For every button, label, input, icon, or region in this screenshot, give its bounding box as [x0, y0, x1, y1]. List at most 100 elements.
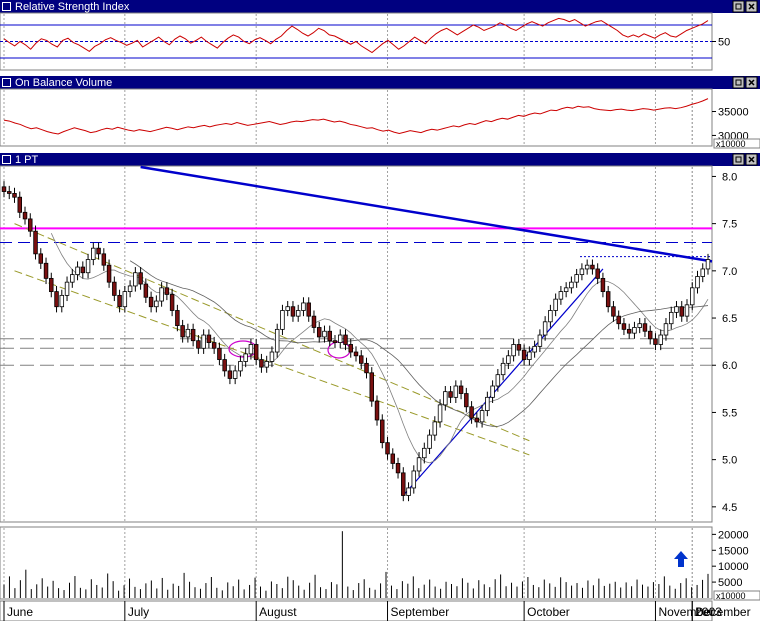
candle-up [527, 351, 532, 360]
volume-panel: 20000 15000 10000 5000 x10000 [0, 526, 760, 601]
candle-up [185, 328, 191, 338]
candle-up [537, 334, 543, 347]
candle-up [91, 247, 96, 260]
candle-down [206, 334, 212, 343]
candle-up [411, 470, 417, 489]
candle-up [500, 362, 506, 376]
candle-down [516, 344, 522, 351]
x-axis-label: September [391, 605, 450, 619]
candle-up [548, 310, 553, 323]
candle-up [637, 323, 642, 328]
candle-up [301, 302, 306, 311]
price-tick-label: 8.0 [722, 171, 737, 183]
candle-up [64, 281, 70, 296]
candle-down [1, 186, 7, 192]
candle-down [190, 328, 196, 342]
obv-close-icon[interactable] [745, 76, 758, 89]
candle-up [668, 311, 674, 325]
candle-down [380, 419, 385, 444]
candle-down [222, 359, 227, 372]
candle-up [506, 355, 511, 364]
candle-down [595, 268, 600, 279]
candle-up [443, 391, 448, 406]
x-axis: June July August September October NovemberDe… [0, 600, 751, 621]
candle-down [38, 253, 44, 264]
candle-down [521, 349, 527, 360]
candle-down [458, 385, 464, 394]
candle-up [553, 298, 558, 311]
candle-up [511, 344, 516, 357]
rsi-close-icon[interactable] [745, 0, 758, 13]
volume-tick-label: 10000 [718, 561, 749, 573]
candle-up [490, 385, 495, 398]
rsi-title: Relative Strength Index [15, 1, 130, 13]
candle-up [295, 310, 301, 317]
x-axis-label: June [7, 605, 33, 619]
candle-down [143, 283, 149, 298]
x-axis-label: 2003 [695, 605, 722, 619]
price-tick-label: 5.0 [722, 455, 737, 467]
candle-up [563, 287, 569, 293]
candle-up [264, 361, 269, 368]
candle-up [127, 285, 133, 293]
candle-down [22, 211, 28, 220]
candle-down [647, 330, 653, 340]
candle-down [401, 472, 406, 496]
volume-tick-label: 5000 [718, 577, 742, 589]
candle-up [432, 421, 438, 436]
candle-up [700, 268, 705, 277]
candle-up [122, 291, 128, 308]
candle-down [616, 315, 621, 325]
candle-up [558, 291, 564, 300]
price-close-icon[interactable] [745, 153, 758, 166]
candle-down [180, 325, 185, 338]
candle-down [290, 306, 296, 317]
candle-down [469, 406, 474, 419]
candle-up [322, 330, 327, 338]
candle-down [611, 306, 616, 317]
candle-up [70, 274, 75, 283]
price-title-icon [2, 155, 11, 164]
candle-down [217, 347, 222, 360]
x-axis-label: October [527, 605, 570, 619]
price-tick-label: 6.5 [722, 313, 737, 325]
candle-down [7, 191, 12, 194]
candle-down [374, 400, 380, 421]
candle-up [75, 266, 80, 276]
obv-restore-icon[interactable] [732, 76, 745, 89]
price-panel: 1 PT 8.0 7.5 7.0 6.5 6.0 5.5 5.0 4.5 [0, 153, 760, 523]
candle-down [96, 247, 101, 255]
price-restore-icon[interactable] [732, 153, 745, 166]
candle-down [164, 287, 170, 295]
candle-down [211, 342, 217, 349]
candle-down [12, 193, 17, 198]
candle-down [621, 323, 627, 330]
rsi-restore-icon[interactable] [732, 0, 745, 13]
candle-down [49, 277, 54, 293]
candle-up [248, 344, 254, 355]
candle-up [574, 274, 579, 283]
price-tick-label: 6.0 [722, 360, 737, 372]
candle-up [705, 259, 711, 270]
candle-down [359, 355, 364, 364]
candle-up [579, 268, 585, 276]
rsi-title-icon [2, 2, 11, 11]
rsi-tick-label: 50 [718, 37, 730, 49]
candle-down [253, 344, 259, 360]
obv-tick-label: 35000 [718, 107, 749, 119]
price-tick-label: 7.0 [722, 266, 737, 278]
price-tick-label: 5.5 [722, 407, 737, 419]
candle-down [385, 442, 390, 455]
candle-down [653, 338, 658, 345]
candle-down [17, 196, 22, 213]
candle-up [569, 281, 574, 289]
rsi-panel: Relative Strength Index 50 [0, 0, 760, 71]
obv-panel: On Balance Volume 3500030000 x10000 [0, 76, 760, 149]
x-axis-label: August [259, 605, 297, 619]
candle-up [532, 345, 537, 353]
candle-down [642, 323, 648, 332]
stock-chart: Relative Strength Index 50 On Balance Vo… [0, 0, 760, 621]
candle-down [227, 370, 233, 379]
volume-unit-label: x10000 [716, 591, 746, 601]
candle-up [542, 321, 548, 336]
